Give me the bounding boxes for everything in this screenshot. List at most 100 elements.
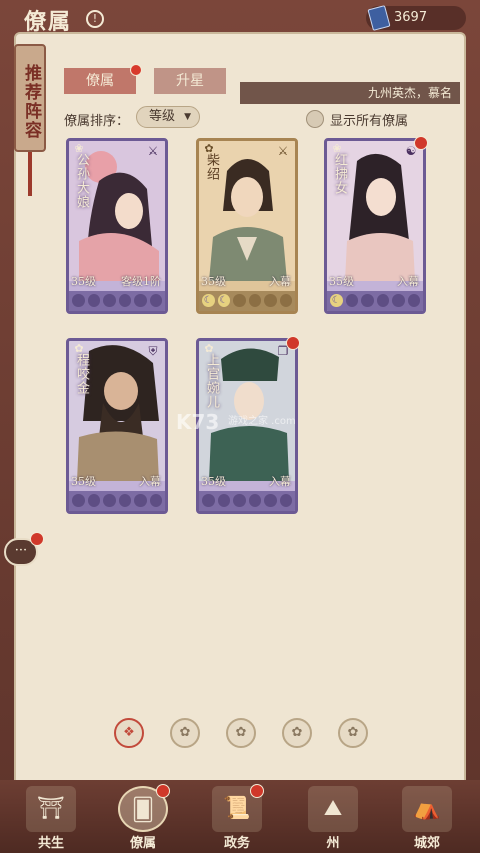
equip-slots: ☾ — [327, 291, 423, 311]
moon-icon: ☾ — [202, 294, 215, 307]
book-token-icon — [367, 5, 391, 31]
card-hongfu-nv[interactable]: ❀ ☯ 红拂女 35级 入幕 ☾ — [324, 138, 426, 314]
pavilion-icon: ⛩ — [26, 786, 76, 832]
slot — [279, 294, 292, 307]
mountain-icon: ⛰ — [308, 786, 358, 832]
card-name: 红拂女 — [332, 153, 347, 195]
nav-label: 共生 — [37, 836, 64, 851]
slot — [134, 494, 147, 507]
slot — [103, 294, 116, 307]
nav-item-affairs[interactable]: 📜 政务 — [206, 784, 268, 851]
slot — [134, 294, 147, 307]
card-level: 35级 — [329, 275, 354, 288]
currency-display: 3697 — [366, 5, 466, 31]
sword-icon: ⚔ — [147, 144, 159, 158]
card-name: 程咬金 — [74, 353, 89, 395]
card-name: 公孙大娘 — [74, 153, 89, 209]
nav-badge-dot — [156, 784, 170, 798]
card-level: 35级 — [71, 475, 96, 488]
slot — [233, 294, 246, 307]
nav-item-suburbs[interactable]: ⛺ 城郊 — [396, 786, 458, 851]
recommend-lineup-button[interactable]: 推荐阵容 — [14, 44, 46, 152]
equip-slots — [69, 491, 165, 511]
nav-item-gongsheng[interactable]: ⛩ 共生 — [20, 786, 82, 851]
card-status: 入幕 — [269, 275, 291, 288]
currency-value: 3697 — [394, 10, 428, 25]
show-all-label: 显示所有僚属 — [330, 114, 409, 129]
watermark-logo: K73 — [176, 410, 220, 434]
faction-filter-2[interactable]: ✿ — [170, 718, 200, 748]
slot — [72, 294, 85, 307]
countryside-icon: ⛺ — [402, 786, 452, 832]
tassel-decoration — [28, 152, 32, 196]
slot — [233, 494, 246, 507]
nav-badge-dot — [250, 784, 264, 798]
slot — [149, 494, 162, 507]
card-badge-dot — [286, 336, 300, 350]
faction-filter-4[interactable]: ✿ — [282, 718, 312, 748]
card-cheng-yaojin[interactable]: ✿ ⛨ 程咬金 35级 入幕 — [66, 338, 168, 514]
slot — [376, 294, 389, 307]
card-gongsun-daniang[interactable]: ❀ ⚔ 公孙大娘 35级 客级1阶 — [66, 138, 168, 314]
info-icon[interactable]: ! — [86, 10, 104, 28]
moon-icon: ☾ — [217, 294, 230, 307]
tab-subordinates[interactable]: 僚属 — [64, 68, 136, 94]
card-level: 35级 — [71, 275, 96, 288]
chevron-down-icon: ▼ — [184, 112, 191, 122]
nav-label: 僚属 — [129, 836, 156, 851]
slot — [361, 294, 374, 307]
chat-badge-dot — [30, 532, 44, 546]
slot — [118, 294, 131, 307]
card-level: 35级 — [201, 475, 226, 488]
nav-label: 城郊 — [413, 836, 440, 851]
card-status: 入幕 — [269, 475, 291, 488]
slot — [72, 494, 85, 507]
show-all-toggle[interactable]: 显示所有僚属 — [306, 110, 408, 129]
card-status: 入幕 — [139, 475, 161, 488]
card-status: 客级1阶 — [121, 275, 161, 288]
nav-item-subordinates[interactable]: 🂠 僚属 — [112, 784, 174, 851]
slot — [118, 494, 131, 507]
card-chai-shao[interactable]: ✿ ⚔ 柴绍 35级 入幕 ☾ ☾ — [196, 138, 298, 314]
slot — [392, 294, 405, 307]
equip-slots — [199, 491, 295, 511]
sort-label: 僚属排序： — [64, 114, 130, 129]
page-title: 僚属 — [24, 9, 73, 35]
slot — [149, 294, 162, 307]
slot — [248, 294, 261, 307]
sort-value: 等级 — [149, 109, 176, 124]
slot — [407, 294, 420, 307]
tab-star-up[interactable]: 升星 — [154, 68, 226, 94]
nav-label: 政务 — [223, 836, 250, 851]
shield-icon: ⛨ — [148, 344, 158, 358]
slot — [279, 494, 292, 507]
slot — [248, 494, 261, 507]
slot — [103, 494, 116, 507]
radio-icon[interactable] — [306, 110, 324, 128]
nav-item-zhou[interactable]: ⛰ 州 — [302, 786, 364, 851]
slot — [217, 494, 230, 507]
watermark-text: 游戏之家 .com — [228, 416, 296, 427]
card-name: 柴绍 — [204, 153, 219, 181]
slot — [264, 494, 277, 507]
equip-slots — [69, 291, 165, 311]
slot — [264, 294, 277, 307]
slot — [345, 294, 358, 307]
news-ticker: 九州英杰，慕名 — [240, 82, 460, 104]
moon-icon: ☾ — [330, 294, 343, 307]
sort-dropdown[interactable]: 等级 ▼ — [136, 106, 200, 128]
card-status: 入幕 — [397, 275, 419, 288]
slot — [87, 294, 100, 307]
faction-filter-all[interactable]: ❖ — [114, 718, 144, 748]
sword-icon: ⚔ — [277, 144, 289, 158]
slot — [202, 494, 215, 507]
card-level: 35级 — [201, 275, 226, 288]
card-name: 上官婉儿 — [204, 353, 219, 409]
equip-slots: ☾ ☾ — [199, 291, 295, 311]
faction-filter-5[interactable]: ✿ — [338, 718, 368, 748]
card-badge-dot — [414, 136, 428, 150]
nav-label: 州 — [326, 836, 340, 851]
slot — [87, 494, 100, 507]
faction-filter-3[interactable]: ✿ — [226, 718, 256, 748]
tab-badge-dot — [130, 64, 142, 76]
